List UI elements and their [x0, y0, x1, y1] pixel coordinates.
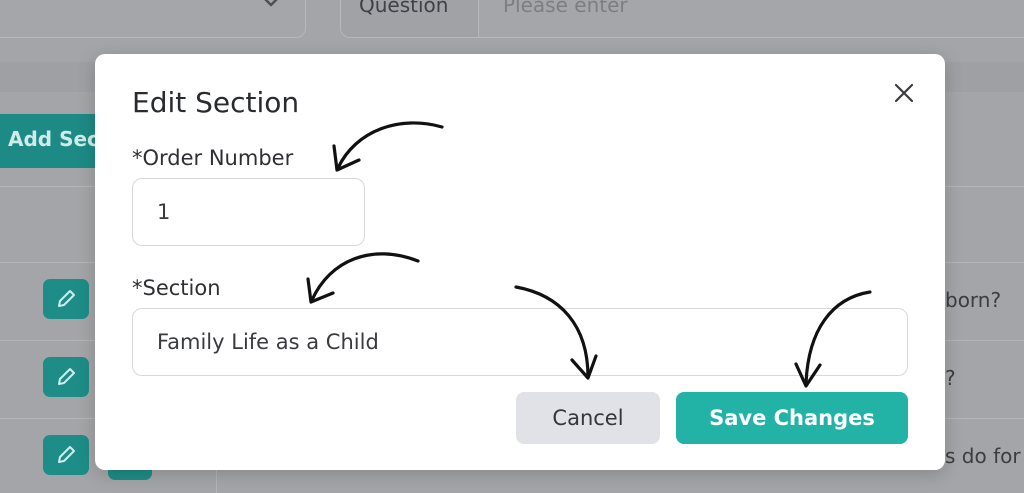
app-stage: Question Please enter Add Section born? … — [0, 0, 1024, 493]
close-button[interactable] — [891, 80, 917, 106]
modal-title: Edit Section — [132, 86, 300, 119]
background-add-section-button: Add Section — [0, 114, 104, 168]
background-question-field: Question Please enter — [340, 0, 1024, 38]
pencil-icon — [58, 368, 75, 385]
background-row-text: ? — [945, 366, 956, 390]
chevron-down-icon — [261, 0, 281, 13]
order-number-input[interactable] — [132, 178, 365, 246]
background-edit-button — [43, 357, 89, 397]
save-changes-button[interactable]: Save Changes — [676, 392, 908, 444]
background-row-text: s do for — [945, 444, 1021, 468]
section-label: *Section — [132, 276, 221, 300]
background-edit-button — [43, 279, 89, 319]
close-icon[interactable] — [894, 83, 914, 103]
order-number-label: *Order Number — [132, 146, 294, 170]
pencil-icon — [58, 446, 75, 463]
section-input[interactable] — [132, 308, 908, 376]
background-question-placeholder: Please enter — [503, 0, 628, 17]
background-select — [0, 0, 306, 38]
background-edit-button — [43, 435, 89, 475]
pencil-icon — [58, 290, 75, 307]
cancel-button[interactable]: Cancel — [516, 392, 660, 444]
background-row-text: born? — [945, 288, 1002, 312]
edit-section-modal: Edit Section *Order Number *Section Canc… — [95, 54, 945, 470]
background-question-label: Question — [341, 0, 479, 37]
